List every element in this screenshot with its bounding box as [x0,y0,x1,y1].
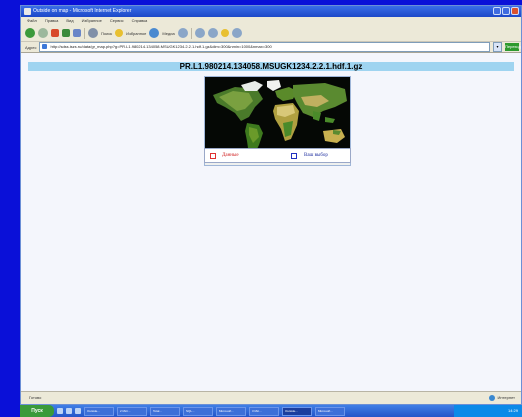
toolbar-divider [84,27,85,39]
taskbar-button[interactable]: SQL... [183,406,213,416]
address-input[interactable]: http://sdss.iszs.ru/data/gr_map.php?g=PR… [39,42,490,52]
data-checkbox[interactable] [210,153,216,159]
close-button[interactable] [511,7,519,15]
search-button[interactable]: Поиск [101,31,112,36]
forward-icon[interactable] [38,28,48,38]
menu-tools[interactable]: Сервис [110,17,124,25]
browser-window: Outside on map - Microsoft Internet Expl… [20,5,522,405]
menu-view[interactable]: Вид [66,17,73,25]
window-controls [493,7,519,15]
print-icon[interactable] [207,28,218,38]
status-text: Готово [29,395,42,400]
menu-edit[interactable]: Правка [45,17,59,25]
back-icon[interactable] [25,28,35,38]
favorites-button[interactable]: Избранное [126,31,146,36]
edit-icon[interactable] [220,29,229,37]
choice-checkbox[interactable] [291,153,297,159]
globe-icon [488,395,495,401]
taskbar: Пуск Outside... 2 Micr... Total... SQL..… [20,405,522,417]
status-zone: Интернет [488,392,515,404]
menu-bar: Файл Правка Вид Избранное Сервис Справка [21,17,521,25]
minimize-button[interactable] [493,7,501,15]
toolbar-divider [190,27,192,39]
title-bar: Outside on map - Microsoft Internet Expl… [21,6,521,17]
go-button[interactable]: Переход [505,43,521,51]
address-dropdown-button[interactable]: ▾ [493,42,502,52]
quicklaunch-desktop-icon[interactable] [57,408,63,414]
maximize-button[interactable] [502,7,510,15]
start-button[interactable]: Пуск [20,405,54,417]
taskbar-button[interactable]: Outside... [84,406,114,416]
taskbar-button[interactable]: 3 Mic... [249,406,279,416]
ie-icon [24,8,31,15]
taskbar-button[interactable]: Microsoft... [315,406,345,416]
favorites-icon[interactable] [115,29,124,37]
system-tray-clock: 14:29 [454,405,522,417]
media-icon[interactable] [149,28,160,38]
taskbar-button[interactable]: Total... [150,406,180,416]
address-bar: Адрес http://sdss.iszs.ru/data/gr_map.ph… [21,42,521,53]
choice-legend-label: Ваш выбор [304,153,328,158]
menu-help[interactable]: Справка [132,17,148,25]
media-button[interactable]: Медиа [162,31,174,36]
history-icon[interactable] [177,28,188,38]
map-legend: Данные Ваш выбор [204,148,351,163]
page-content: PR.L1.980214.134058.MSUGK1234.2.2.1.hdf.… [21,53,521,392]
home-icon[interactable] [73,29,81,37]
address-label: Адрес [25,44,37,50]
refresh-icon[interactable] [62,29,70,37]
zone-label: Интернет [497,395,515,400]
taskbar-button-active[interactable]: Outside... [282,406,312,416]
taskbar-button[interactable]: Microsoft... [216,406,246,416]
taskbar-button[interactable]: 2 Micr... [117,406,147,416]
menu-file[interactable]: Файл [27,17,37,25]
discuss-icon[interactable] [231,28,242,38]
mail-icon[interactable] [194,28,205,38]
menu-favorites[interactable]: Избранное [82,17,102,25]
file-title: PR.L1.980214.134058.MSUGK1234.2.2.1.hdf.… [28,62,514,71]
search-icon[interactable] [88,28,98,38]
status-bar: Готово Интернет [21,391,521,404]
quicklaunch-ie-icon[interactable] [66,408,72,414]
toolbar: Поиск Избранное Медиа [21,25,521,42]
quicklaunch-explorer-icon[interactable] [75,408,81,414]
window-title: Outside on map - Microsoft Internet Expl… [33,8,132,14]
stop-icon[interactable] [51,29,59,37]
data-legend-label: Данные [222,153,239,158]
